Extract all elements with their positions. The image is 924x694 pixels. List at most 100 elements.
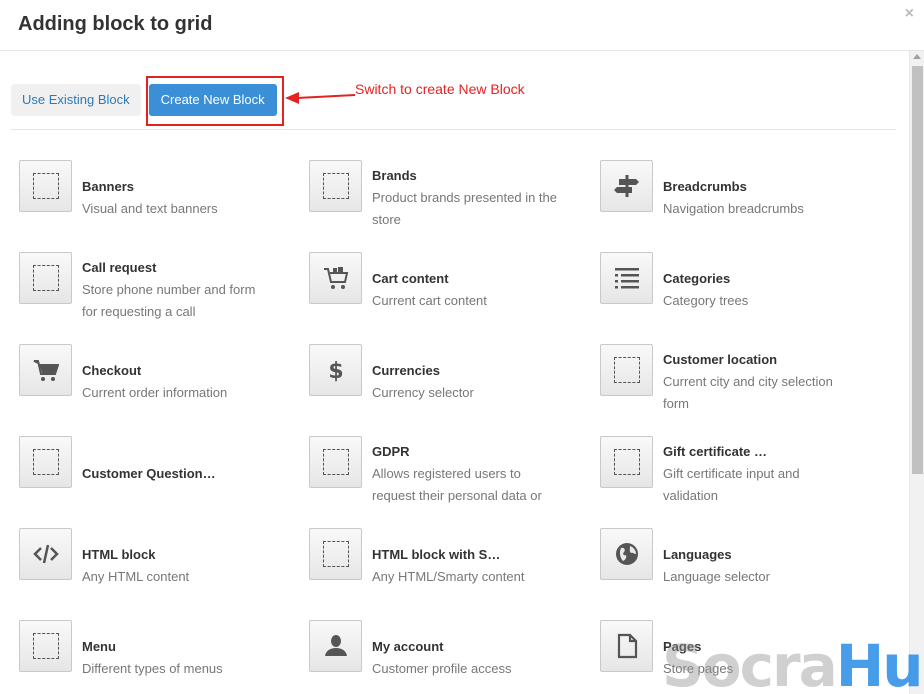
block-title[interactable]: HTML block with S… — [372, 544, 562, 566]
block-description: Language selector — [663, 569, 770, 584]
dialog-header: Adding block to grid × — [0, 0, 924, 51]
block-description: Any HTML content — [82, 569, 190, 584]
block-item-currencies[interactable]: $ Currencies Currency selector — [309, 336, 600, 428]
block-item-cart-content[interactable]: Cart content Current cart content — [309, 244, 600, 336]
block-item-call-request[interactable]: Call request Store phone number and form … — [19, 244, 309, 336]
block-description: Store pages — [663, 661, 734, 676]
dashed-square-icon[interactable] — [309, 528, 362, 580]
block-description: Navigation breadcrumbs — [663, 201, 804, 216]
dashed-square-icon[interactable] — [600, 436, 653, 488]
close-button[interactable]: × — [905, 6, 914, 22]
block-item-gift-certificate[interactable]: Gift certificate … Gift certificate input… — [600, 428, 890, 520]
block-description: Any HTML/Smarty content — [372, 569, 525, 584]
block-title[interactable]: Checkout — [82, 360, 272, 382]
dollar-icon[interactable]: $ — [309, 344, 362, 396]
block-description: Store phone number and form for requesti… — [82, 282, 256, 319]
dashed-square-icon[interactable] — [19, 436, 72, 488]
block-text: Languages Language selector — [663, 544, 853, 588]
divider — [11, 129, 896, 130]
block-title[interactable]: Breadcrumbs — [663, 176, 853, 198]
block-text: Currencies Currency selector — [372, 360, 562, 404]
block-title[interactable]: Customer location — [663, 349, 853, 371]
block-item-checkout[interactable]: Checkout Current order information — [19, 336, 309, 428]
block-item-menu[interactable]: Menu Different types of menus — [19, 612, 309, 694]
block-text: Customer Question… — [82, 463, 272, 485]
dialog-title: Adding block to grid — [18, 13, 213, 35]
block-text: My account Customer profile access — [372, 636, 562, 680]
block-description: Current cart content — [372, 293, 487, 308]
block-source-tabs: Use Existing Block Create New Block — [11, 84, 277, 116]
block-text: Banners Visual and text banners — [82, 176, 272, 220]
dashed-square-icon[interactable] — [19, 252, 72, 304]
block-description: Category trees — [663, 293, 749, 308]
page-icon[interactable] — [600, 620, 653, 672]
block-title[interactable]: Cart content — [372, 268, 562, 290]
block-title[interactable]: Gift certificate … — [663, 441, 853, 463]
block-description: Current city and city selection form — [663, 374, 833, 411]
block-description: Different types of menus — [82, 661, 223, 676]
block-text: Breadcrumbs Navigation breadcrumbs — [663, 176, 853, 220]
block-text: Categories Category trees — [663, 268, 853, 312]
annotation-text: Switch to create New Block — [355, 81, 525, 97]
block-item-pages[interactable]: Pages Store pages — [600, 612, 890, 694]
block-title[interactable]: HTML block — [82, 544, 272, 566]
block-description: Currency selector — [372, 385, 474, 400]
scroll-up-arrow-icon[interactable] — [913, 54, 921, 59]
dashed-square-icon[interactable] — [309, 436, 362, 488]
block-text: HTML block Any HTML content — [82, 544, 272, 588]
block-text: Call request Store phone number and form … — [82, 257, 272, 323]
block-text: Gift certificate … Gift certificate input… — [663, 441, 853, 507]
code-icon[interactable] — [19, 528, 72, 580]
create-new-block-tab[interactable]: Create New Block — [148, 84, 277, 116]
block-description: Product brands presented in the store — [372, 190, 558, 227]
block-title[interactable]: Currencies — [372, 360, 562, 382]
block-item-html-block[interactable]: HTML block Any HTML content — [19, 520, 309, 612]
annotation-arrow-icon — [285, 92, 356, 104]
block-item-banners[interactable]: Banners Visual and text banners — [19, 152, 309, 244]
dashed-square-icon[interactable] — [309, 160, 362, 212]
block-item-brands[interactable]: Brands Product brands presented in the st… — [309, 152, 600, 244]
block-text: Brands Product brands presented in the st… — [372, 165, 562, 231]
block-description: Customer profile access — [372, 661, 512, 676]
block-title[interactable]: Customer Question… — [82, 463, 272, 485]
list-icon[interactable] — [600, 252, 653, 304]
use-existing-block-tab[interactable]: Use Existing Block — [11, 84, 141, 116]
block-description: Gift certificate input and validation — [663, 466, 800, 503]
block-title[interactable]: Banners — [82, 176, 272, 198]
dashed-square-icon[interactable] — [600, 344, 653, 396]
signpost-icon[interactable] — [600, 160, 653, 212]
block-item-html-block-with-s[interactable]: HTML block with S… Any HTML/Smarty conten… — [309, 520, 600, 612]
block-text: Customer location Current city and city s… — [663, 349, 853, 415]
block-text: Menu Different types of menus — [82, 636, 272, 680]
block-title[interactable]: GDPR — [372, 441, 562, 463]
scrollbar-thumb[interactable] — [912, 66, 923, 474]
block-title[interactable]: My account — [372, 636, 562, 658]
block-description: Current order information — [82, 385, 228, 400]
block-title[interactable]: Categories — [663, 268, 853, 290]
block-description: Allows registered users to request their… — [372, 466, 542, 503]
user-icon[interactable] — [309, 620, 362, 672]
dashed-square-icon[interactable] — [19, 160, 72, 212]
block-text: Pages Store pages — [663, 636, 853, 680]
cart-icon[interactable] — [19, 344, 72, 396]
dashed-square-icon[interactable] — [19, 620, 72, 672]
block-text: Cart content Current cart content — [372, 268, 562, 312]
block-title[interactable]: Call request — [82, 257, 272, 279]
block-text: Checkout Current order information — [82, 360, 272, 404]
block-item-categories[interactable]: Categories Category trees — [600, 244, 890, 336]
svg-text:$: $ — [328, 359, 343, 383]
block-item-customer-location[interactable]: Customer location Current city and city s… — [600, 336, 890, 428]
block-title[interactable]: Pages — [663, 636, 853, 658]
block-title[interactable]: Menu — [82, 636, 272, 658]
globe-icon[interactable] — [600, 528, 653, 580]
block-title[interactable]: Brands — [372, 165, 562, 187]
block-title[interactable]: Languages — [663, 544, 853, 566]
block-description: Visual and text banners — [82, 201, 218, 216]
scrollbar[interactable] — [909, 51, 924, 694]
block-item-gdpr[interactable]: GDPR Allows registered users to request t… — [309, 428, 600, 520]
block-item-customer-question[interactable]: Customer Question… — [19, 428, 309, 520]
cart-full-icon[interactable] — [309, 252, 362, 304]
block-item-breadcrumbs[interactable]: Breadcrumbs Navigation breadcrumbs — [600, 152, 890, 244]
block-item-languages[interactable]: Languages Language selector — [600, 520, 890, 612]
block-item-my-account[interactable]: My account Customer profile access — [309, 612, 600, 694]
